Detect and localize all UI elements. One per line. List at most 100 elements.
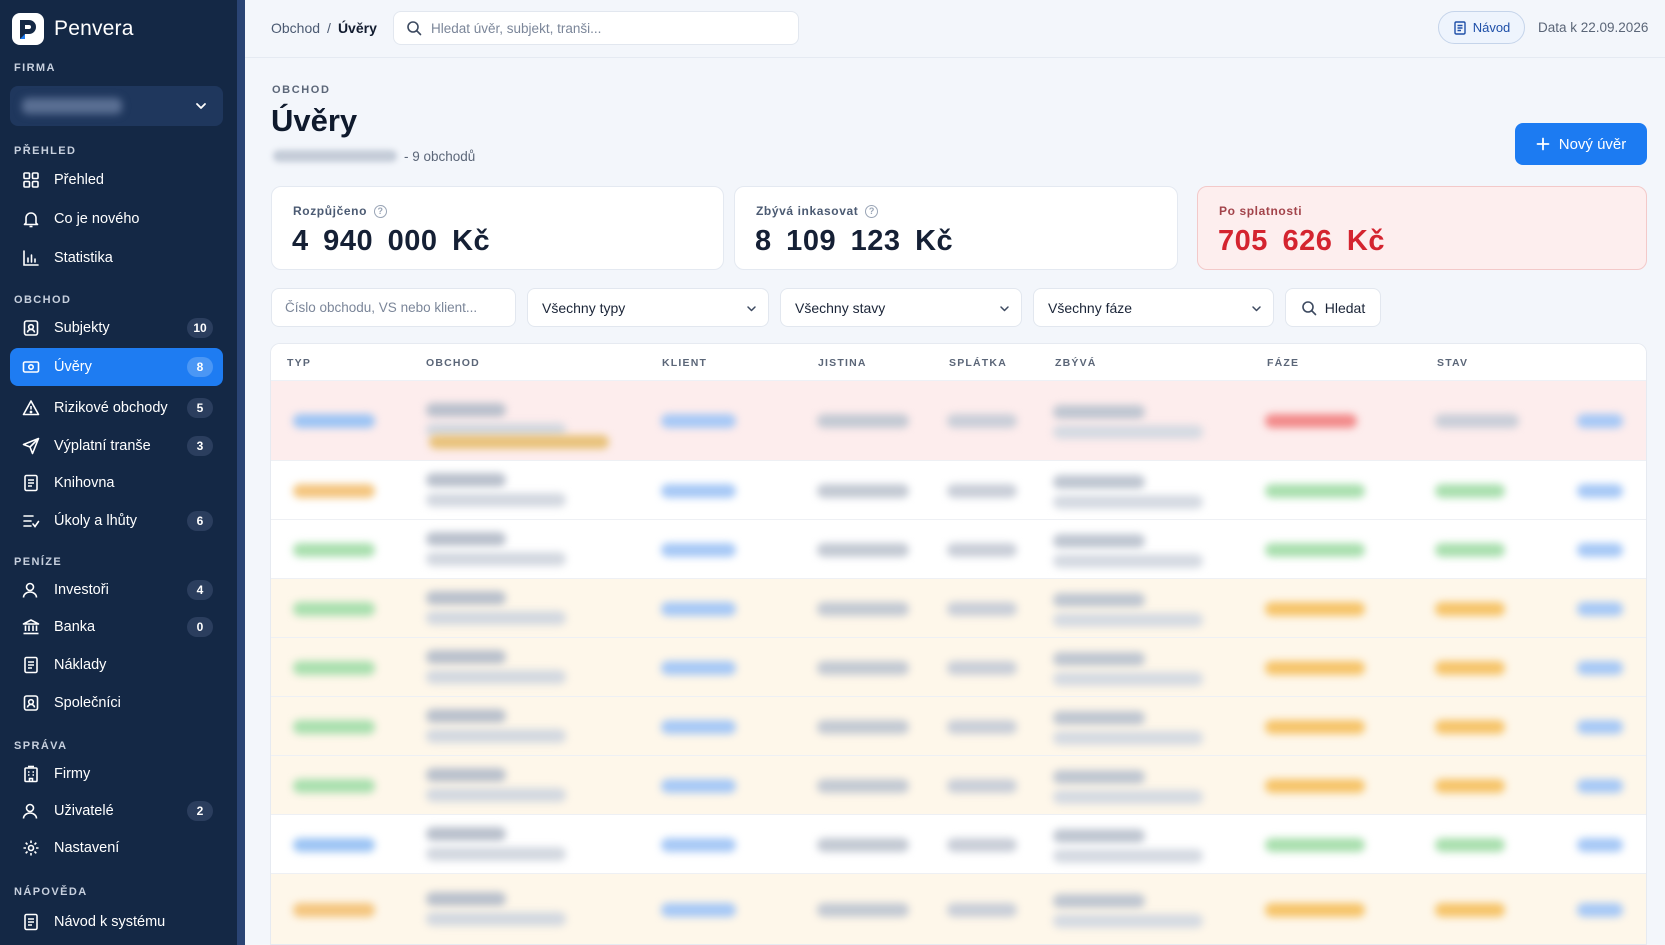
breadcrumb-separator: / — [327, 20, 331, 36]
guide-button[interactable]: Návod — [1438, 11, 1525, 44]
filter-phase-select[interactable]: Všechny fáze — [1033, 288, 1274, 327]
sidebar-resize-edge[interactable] — [237, 0, 245, 945]
row-action-redacted[interactable] — [1577, 601, 1623, 616]
column-header-klient[interactable]: KLIENT — [662, 357, 707, 369]
column-header-splatka[interactable]: SPLÁTKA — [949, 357, 1007, 369]
status-pill-redacted — [1435, 903, 1505, 917]
table-row[interactable] — [271, 381, 1646, 461]
breadcrumb-obchod[interactable]: Obchod — [271, 20, 320, 36]
sidebar-item-label: Uživatelé — [54, 803, 114, 819]
status-pill-redacted — [1435, 601, 1505, 616]
client-link-redacted[interactable] — [661, 542, 736, 557]
filter-status-select[interactable]: Všechny stavy — [780, 288, 1022, 327]
row-action-redacted[interactable] — [1577, 903, 1623, 917]
brand[interactable]: Penvera — [12, 12, 134, 46]
stat-card-po-splatnosti: Po splatnosti 705 626 Kč — [1197, 186, 1647, 270]
filter-type-select[interactable]: Všechny typy — [527, 288, 769, 327]
firm-select[interactable] — [10, 86, 223, 126]
sidebar-item-navod-k-systemu[interactable]: Návod k systému — [10, 903, 223, 941]
sidebar-item-nastaveni[interactable]: Nastavení — [10, 829, 223, 867]
client-link-redacted[interactable] — [661, 778, 736, 793]
remaining-detail-redacted — [1053, 848, 1203, 863]
find-button[interactable]: Hledat — [1285, 288, 1381, 327]
sidebar-item-firmy[interactable]: Firmy — [10, 755, 223, 793]
row-action-redacted[interactable] — [1577, 719, 1623, 734]
help-icon[interactable]: ? — [865, 204, 879, 218]
table-header: TYP OBCHOD KLIENT JISTINA SPLÁTKA ZBÝVÁ … — [271, 344, 1646, 381]
row-action-redacted[interactable] — [1577, 778, 1623, 793]
type-pill-redacted — [293, 719, 375, 734]
sidebar-item-label: Společníci — [54, 695, 121, 711]
installment-value-redacted — [947, 660, 1017, 675]
deal-number-redacted — [426, 590, 506, 605]
column-header-faze[interactable]: FÁZE — [1267, 357, 1299, 369]
sidebar-item-statistika[interactable]: Statistika — [10, 239, 223, 277]
sidebar-item-rizikove-obchody[interactable]: Rizikové obchody 5 — [10, 389, 223, 427]
row-action-redacted[interactable] — [1577, 660, 1623, 675]
sidebar-item-label: Nastavení — [54, 840, 120, 856]
id-badge-icon — [23, 695, 39, 711]
deal-number-redacted — [426, 767, 506, 782]
filter-type-value: Všechny typy — [542, 299, 626, 316]
sidebar-item-label: Banka — [54, 619, 96, 635]
column-header-stav[interactable]: STAV — [1437, 357, 1468, 369]
section-title-penize: PENÍZE — [14, 556, 63, 568]
count-badge: 4 — [187, 580, 213, 600]
type-pill-redacted — [293, 778, 375, 793]
sidebar-item-uvery[interactable]: Úvěry 8 — [10, 348, 223, 386]
help-icon[interactable]: ? — [374, 204, 387, 218]
remaining-value-redacted — [1053, 474, 1145, 489]
sidebar-item-naklady[interactable]: Náklady — [10, 646, 223, 684]
row-action-redacted[interactable] — [1577, 483, 1623, 498]
filter-search[interactable] — [271, 288, 516, 327]
phase-pill-redacted — [1265, 483, 1365, 498]
table-row[interactable] — [271, 579, 1646, 638]
stat-value: 705 626 Kč — [1218, 225, 1385, 257]
sidebar-item-knihovna[interactable]: Knihovna — [10, 464, 223, 502]
sidebar-item-banka[interactable]: Banka 0 — [10, 608, 223, 646]
new-loan-button[interactable]: Nový úvěr — [1515, 123, 1647, 165]
search-input[interactable] — [431, 20, 771, 36]
column-header-jistina[interactable]: JISTINA — [818, 357, 867, 369]
table-row[interactable] — [271, 756, 1646, 815]
global-search[interactable] — [393, 11, 799, 45]
sidebar-item-label: Návod k systému — [54, 914, 166, 930]
column-header-obchod[interactable]: OBCHOD — [426, 357, 480, 369]
row-action-redacted[interactable] — [1577, 542, 1623, 557]
find-button-label: Hledat — [1324, 299, 1366, 316]
client-link-redacted[interactable] — [661, 414, 736, 428]
table-row[interactable] — [271, 874, 1646, 944]
table-row[interactable] — [271, 461, 1646, 520]
sidebar-item-prehled[interactable]: Přehled — [10, 161, 223, 199]
client-link-redacted[interactable] — [661, 719, 736, 734]
grid-icon — [23, 172, 39, 188]
count-badge: 3 — [187, 436, 213, 456]
building-icon — [24, 765, 38, 783]
sidebar-item-vyplatni-transe[interactable]: Výplatní tranše 3 — [10, 427, 223, 465]
deal-subtitle-redacted — [426, 551, 566, 566]
sidebar-item-spolecnici[interactable]: Společníci — [10, 684, 223, 722]
table-row[interactable] — [271, 520, 1646, 579]
client-link-redacted[interactable] — [661, 903, 736, 917]
remaining-detail-redacted — [1053, 914, 1203, 928]
client-link-redacted[interactable] — [661, 660, 736, 675]
row-action-redacted[interactable] — [1577, 414, 1623, 428]
client-link-redacted[interactable] — [661, 601, 736, 616]
sidebar-item-subjekty[interactable]: Subjekty 10 — [10, 309, 223, 347]
column-header-zbyva[interactable]: ZBÝVÁ — [1055, 357, 1097, 369]
chevron-down-icon — [1000, 306, 1009, 312]
row-action-redacted[interactable] — [1577, 837, 1623, 852]
principal-value-redacted — [817, 778, 909, 793]
sidebar-item-uzivatele[interactable]: Uživatelé 2 — [10, 792, 223, 830]
sidebar-item-ukoly-a-lhuty[interactable]: Úkoly a lhůty 6 — [10, 502, 223, 540]
filter-search-input[interactable] — [285, 300, 505, 315]
type-pill-redacted — [293, 542, 375, 557]
client-link-redacted[interactable] — [661, 837, 736, 852]
table-row[interactable] — [271, 638, 1646, 697]
sidebar-item-co-je-noveho[interactable]: Co je nového — [10, 200, 223, 238]
table-row[interactable] — [271, 697, 1646, 756]
client-link-redacted[interactable] — [661, 483, 736, 498]
column-header-typ[interactable]: TYP — [287, 357, 311, 369]
sidebar-item-investori[interactable]: Investoři 4 — [10, 571, 223, 609]
table-row[interactable] — [271, 815, 1646, 874]
